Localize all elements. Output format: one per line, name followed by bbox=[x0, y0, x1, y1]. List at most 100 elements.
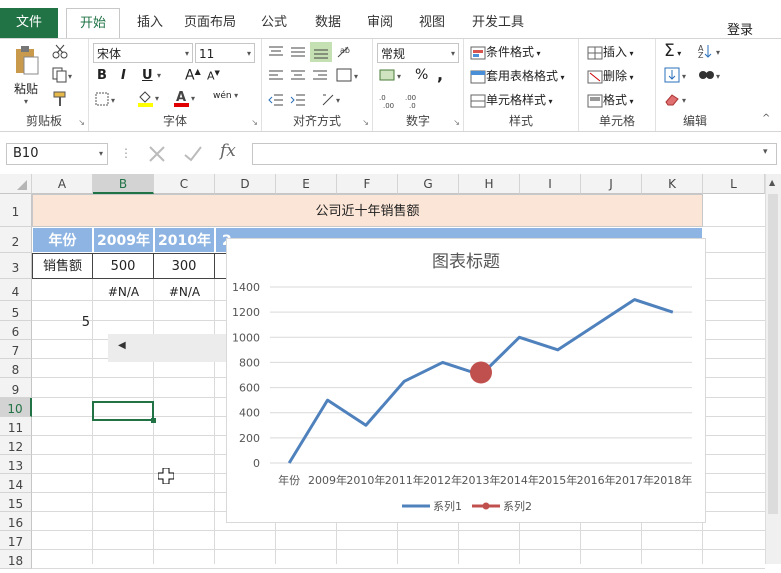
scroll-up-icon[interactable]: ▲ bbox=[769, 178, 775, 187]
sales-value-cell[interactable]: 500 bbox=[93, 253, 154, 279]
italic-button[interactable]: I bbox=[121, 68, 126, 83]
scroll-control[interactable]: ◀ bbox=[108, 334, 228, 362]
bold-button[interactable]: B bbox=[97, 68, 107, 83]
increase-indent-icon[interactable] bbox=[290, 93, 306, 110]
row-header-5[interactable]: 5 bbox=[0, 301, 32, 321]
dialog-launcher-icon[interactable]: ↘ bbox=[78, 118, 85, 127]
align-bottom-icon[interactable] bbox=[310, 42, 332, 62]
insert-function-button[interactable]: fx bbox=[220, 141, 236, 161]
row-header-9[interactable]: 9 bbox=[0, 378, 32, 398]
row-header-15[interactable]: 15 bbox=[0, 493, 32, 512]
merge-cells-icon[interactable]: ▾ bbox=[320, 91, 346, 110]
align-middle-icon[interactable] bbox=[290, 45, 306, 62]
header-cell[interactable]: 2009年 bbox=[93, 227, 154, 253]
insert-cells-button[interactable]: 插入 ▾ bbox=[587, 43, 634, 60]
conditional-format-button[interactable]: 条件格式 ▾ bbox=[470, 43, 541, 60]
column-header-j[interactable]: J bbox=[581, 174, 642, 194]
fill-handle[interactable] bbox=[151, 418, 156, 423]
row-header-8[interactable]: 8 bbox=[0, 359, 32, 378]
underline-button[interactable]: U bbox=[142, 68, 153, 83]
row-header-10[interactable]: 10 bbox=[0, 398, 32, 417]
font-dialog-launcher-icon[interactable]: ↘ bbox=[251, 118, 258, 127]
phonetic-button[interactable]: wén ▾ bbox=[213, 91, 238, 101]
underline-dropdown-icon[interactable]: ▾ bbox=[157, 71, 161, 80]
number-dialog-launcher-icon[interactable]: ↘ bbox=[453, 118, 460, 127]
vertical-scrollbar[interactable]: ▲ bbox=[765, 174, 781, 564]
font-size-select[interactable]: 11 ▾ bbox=[195, 43, 255, 63]
font-color-icon[interactable]: A ▾ bbox=[173, 89, 199, 110]
sheet-title-cell[interactable]: 公司近十年销售额 bbox=[32, 194, 703, 227]
sales-value-cell[interactable]: 300 bbox=[154, 253, 215, 279]
tab-review[interactable]: 审阅 bbox=[358, 8, 402, 38]
row-header-4[interactable]: 4 bbox=[0, 279, 32, 301]
collapse-ribbon-icon[interactable]: ^ bbox=[762, 113, 770, 124]
name-box[interactable]: B10 ▾ bbox=[6, 143, 108, 165]
column-header-d[interactable]: D bbox=[215, 174, 276, 194]
comma-button[interactable]: , bbox=[437, 65, 443, 84]
column-header-a[interactable]: A bbox=[32, 174, 93, 194]
align-top-icon[interactable] bbox=[268, 45, 284, 62]
grow-font-button[interactable]: A▲ bbox=[185, 67, 201, 84]
align-center-icon[interactable] bbox=[290, 69, 306, 86]
column-header-k[interactable]: K bbox=[642, 174, 703, 194]
line-chart[interactable]: 图表标题 0 200 400 600 800 1000 1200 1400 年份 2009年 201… bbox=[226, 238, 706, 523]
na-cell[interactable]: #N/A bbox=[93, 281, 154, 303]
row-header-17[interactable]: 17 bbox=[0, 531, 32, 550]
percent-button[interactable]: % bbox=[415, 67, 428, 83]
sales-label-cell[interactable]: 销售额 bbox=[32, 253, 93, 279]
row-header-6[interactable]: 6 bbox=[0, 321, 32, 340]
tab-insert[interactable]: 插入 bbox=[128, 8, 172, 38]
row-header-2[interactable]: 2 bbox=[0, 227, 32, 253]
fill-color-icon[interactable]: ▾ bbox=[137, 89, 163, 110]
autosum-icon[interactable]: Σ ▾ bbox=[664, 41, 681, 61]
wrap-text-icon[interactable]: ▾ bbox=[336, 67, 362, 86]
format-painter-icon[interactable] bbox=[52, 91, 68, 110]
currency-icon[interactable]: ▾ bbox=[379, 67, 407, 86]
tab-view[interactable]: 视图 bbox=[410, 8, 454, 38]
cut-icon[interactable] bbox=[52, 43, 68, 62]
column-header-e[interactable]: E bbox=[276, 174, 337, 194]
column-header-g[interactable]: G bbox=[398, 174, 459, 194]
clear-icon[interactable]: ▾ bbox=[664, 91, 692, 110]
find-select-icon[interactable]: ▾ bbox=[698, 67, 726, 86]
format-cells-button[interactable]: 格式 ▾ bbox=[587, 91, 634, 108]
row-header-16[interactable]: 16 bbox=[0, 512, 32, 531]
select-all-corner[interactable] bbox=[0, 174, 32, 194]
column-header-b[interactable]: B bbox=[93, 174, 154, 194]
align-right-icon[interactable] bbox=[312, 69, 328, 86]
column-header-f[interactable]: F bbox=[337, 174, 398, 194]
tab-file[interactable]: 文件 bbox=[0, 8, 58, 38]
tab-page-layout[interactable]: 页面布局 bbox=[180, 8, 240, 38]
format-as-table-button[interactable]: 套用表格格式 ▾ bbox=[470, 67, 565, 84]
delete-cells-button[interactable]: 删除 ▾ bbox=[587, 67, 634, 84]
orientation-icon[interactable]: ab bbox=[336, 43, 352, 62]
enter-icon[interactable] bbox=[182, 144, 204, 167]
row-header-1[interactable]: 1 bbox=[0, 194, 32, 227]
row-header-3[interactable]: 3 bbox=[0, 253, 32, 279]
tab-formulas[interactable]: 公式 bbox=[252, 8, 296, 38]
scroll-thumb[interactable] bbox=[768, 194, 778, 514]
na-cell[interactable]: #N/A bbox=[154, 281, 215, 303]
font-name-select[interactable]: 宋体 ▾ bbox=[93, 43, 193, 63]
row-header-12[interactable]: 12 bbox=[0, 436, 32, 455]
border-icon[interactable]: ▾ bbox=[95, 91, 119, 110]
cell-styles-button[interactable]: 单元格样式 ▾ bbox=[470, 91, 553, 108]
a5-cell[interactable]: 5 bbox=[32, 313, 90, 332]
shrink-font-button[interactable]: A▼ bbox=[207, 69, 220, 83]
paste-button[interactable]: 粘贴 ▾ bbox=[10, 45, 42, 106]
row-header-14[interactable]: 14 bbox=[0, 474, 32, 493]
row-header-7[interactable]: 7 bbox=[0, 340, 32, 359]
cancel-icon[interactable] bbox=[146, 144, 168, 167]
row-header-11[interactable]: 11 bbox=[0, 417, 32, 436]
alignment-dialog-launcher-icon[interactable]: ↘ bbox=[362, 118, 369, 127]
increase-decimal-icon[interactable]: .0.00 bbox=[379, 93, 399, 112]
number-format-select[interactable]: 常规 ▾ bbox=[377, 43, 459, 63]
selected-cell[interactable] bbox=[92, 401, 154, 421]
column-header-l[interactable]: L bbox=[703, 174, 765, 194]
align-left-icon[interactable] bbox=[268, 69, 284, 86]
sort-filter-icon[interactable]: A Z ▾ bbox=[698, 43, 726, 62]
expand-formula-bar-icon[interactable]: ▾ bbox=[763, 147, 768, 157]
tab-developer[interactable]: 开发工具 bbox=[466, 8, 530, 38]
header-cell[interactable]: 年份 bbox=[32, 227, 93, 253]
decrease-indent-icon[interactable] bbox=[268, 93, 284, 110]
